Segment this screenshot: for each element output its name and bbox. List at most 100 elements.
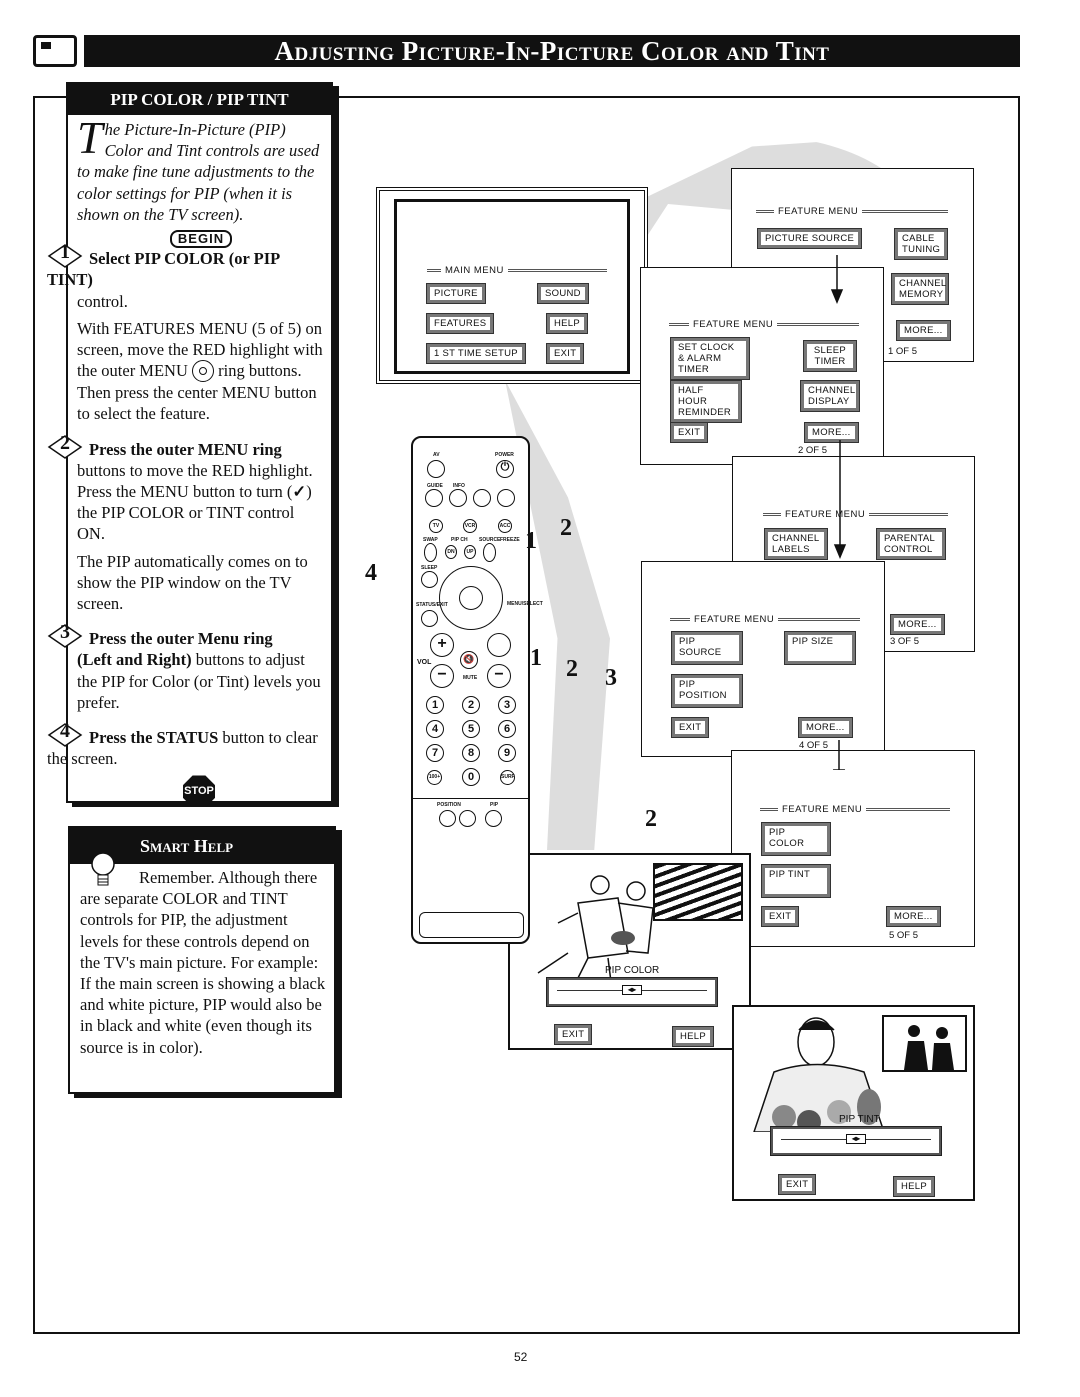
digit-4-button[interactable]: 4 xyxy=(426,720,444,738)
slider-handle: ◂▸ xyxy=(846,1134,866,1144)
av-button[interactable] xyxy=(427,460,445,478)
digit-3-button[interactable]: 3 xyxy=(498,696,516,714)
pip-ch-down-button[interactable]: DN xyxy=(445,545,457,559)
digit-6-button[interactable]: 6 xyxy=(498,720,516,738)
swap-button[interactable] xyxy=(424,543,437,562)
help-button[interactable]: HELP xyxy=(545,313,589,334)
pip-color-button[interactable]: PIP COLOR xyxy=(761,822,831,856)
more-button[interactable]: MORE... xyxy=(890,614,945,635)
acc-button[interactable]: ACC xyxy=(498,519,512,533)
step-number-icon: 3 xyxy=(47,622,83,649)
flag-image xyxy=(653,863,743,921)
panel-heading: PIP COLOR / PIP TINT xyxy=(68,84,331,115)
digit-5-button[interactable]: 5 xyxy=(462,720,480,738)
pip-tint-label: PIP TINT xyxy=(839,1114,880,1125)
smart-help-panel: Smart Help Remember. Although there are … xyxy=(68,826,336,1094)
remote-control: AV POWER ⏻ GUIDE INFO TV VCR ACC SWAP PI… xyxy=(411,436,543,944)
exit-button[interactable]: EXIT xyxy=(669,422,709,443)
source-button[interactable] xyxy=(483,543,496,562)
main-menu-title: MAIN MENU xyxy=(445,265,504,276)
channel-down-button[interactable]: − xyxy=(487,664,511,688)
sound-button[interactable]: SOUND xyxy=(537,283,589,304)
callout-step-2: 2 xyxy=(566,656,578,682)
help-button[interactable]: HELP xyxy=(892,1176,936,1197)
menu-center-button[interactable] xyxy=(459,586,483,610)
sleep-button[interactable] xyxy=(421,571,438,588)
lightbulb-icon xyxy=(88,850,118,890)
step-number-icon: 1 xyxy=(47,242,83,269)
channel-labels-button[interactable]: CHANNEL LABELS xyxy=(764,528,828,560)
surf-button[interactable]: SURF xyxy=(500,770,515,785)
step-3: 3 Press the outer Menu ring xyxy=(47,622,325,649)
exit-button[interactable]: EXIT xyxy=(553,1024,593,1045)
parental-control-button[interactable]: PARENTAL CONTROL xyxy=(876,528,946,560)
page-indicator: 3 OF 5 xyxy=(890,636,920,647)
cable-tuning-button[interactable]: CABLE TUNING xyxy=(894,228,948,260)
vcr-button[interactable]: VCR xyxy=(463,519,477,533)
color-button[interactable] xyxy=(497,489,515,507)
callout-step-1: 1 xyxy=(530,645,542,671)
pip-freeze-button[interactable] xyxy=(459,810,476,827)
pip-color-label: PIP COLOR xyxy=(605,965,660,976)
pip-source-button[interactable]: PIP SOURCE xyxy=(671,631,743,665)
digit-2-button[interactable]: 2 xyxy=(462,696,480,714)
exit-button[interactable]: EXIT xyxy=(670,717,710,738)
digit-7-button[interactable]: 7 xyxy=(426,744,444,762)
status-exit-button[interactable] xyxy=(421,610,438,627)
features-button[interactable]: FEATURES xyxy=(425,313,495,334)
picture-source-button[interactable]: PICTURE SOURCE xyxy=(756,228,863,249)
info-button[interactable] xyxy=(449,489,467,507)
callout-step-4: 4 xyxy=(365,560,377,586)
pip-tint-button[interactable]: PIP TINT xyxy=(761,864,831,898)
digit-0-button[interactable]: 0 xyxy=(462,768,480,786)
page-indicator: 1 OF 5 xyxy=(888,346,918,357)
man-with-fruit-image xyxy=(744,1012,904,1134)
help-button[interactable]: HELP xyxy=(671,1026,715,1047)
pip-tint-screen: PIP TINT ◂▸ EXIT HELP xyxy=(732,1005,975,1201)
channel-memory-button[interactable]: CHANNEL MEMORY xyxy=(891,273,949,305)
arrow-connectors xyxy=(830,255,847,770)
callout-step-3: 3 xyxy=(605,665,617,691)
pip-color-slider[interactable]: ◂▸ xyxy=(546,977,718,1007)
guide-button[interactable] xyxy=(425,489,443,507)
tv-icon xyxy=(33,35,77,67)
volume-up-button[interactable]: + xyxy=(430,633,454,657)
half-hour-reminder-button[interactable]: HALF HOUR REMINDER xyxy=(670,380,742,423)
channel-up-button[interactable] xyxy=(487,633,511,657)
exit-button[interactable]: EXIT xyxy=(777,1174,817,1195)
page-indicator: 5 OF 5 xyxy=(889,930,919,941)
exit-button[interactable]: EXIT xyxy=(545,343,585,364)
power-button[interactable]: ⏻ xyxy=(496,460,514,478)
picture-button[interactable]: PICTURE xyxy=(426,283,486,304)
digit-9-button[interactable]: 9 xyxy=(498,744,516,762)
digit-8-button[interactable]: 8 xyxy=(462,744,480,762)
tv-button[interactable]: TV xyxy=(429,519,443,533)
step-4: 4 Press the STATUS button to clear the sc… xyxy=(47,720,318,769)
exit-button[interactable]: EXIT xyxy=(760,906,800,927)
pip-tint-slider[interactable]: ◂▸ xyxy=(770,1126,942,1156)
set-clock-button[interactable]: SET CLOCK & ALARM TIMER xyxy=(670,337,750,380)
volume-down-button[interactable]: − xyxy=(430,664,454,688)
color-button[interactable] xyxy=(473,489,491,507)
more-button[interactable]: MORE... xyxy=(896,320,951,341)
main-menu-screen: MAIN MENU PICTURE SOUND FEATURES HELP 1 … xyxy=(376,187,648,384)
callout-step-2: 2 xyxy=(560,515,572,541)
slider-handle: ◂▸ xyxy=(622,985,642,995)
pip-ch-up-button[interactable]: UP xyxy=(464,545,476,559)
mute-icon[interactable]: 🔇 xyxy=(460,651,478,669)
pip-position-button[interactable] xyxy=(439,810,456,827)
page-title: Adjusting Picture-In-Picture Color and T… xyxy=(84,35,1020,67)
step-1: 1 Select PIP COLOR (or PIP TINT) xyxy=(47,241,280,290)
pip-position-button[interactable]: PIP POSITION xyxy=(671,674,743,708)
more-button[interactable]: MORE... xyxy=(886,906,941,927)
checkmark-icon: ✓ xyxy=(292,482,307,502)
pip-color-screen: PIP COLOR ◂▸ EXIT HELP xyxy=(508,853,751,1050)
digit-100-button[interactable]: 100+ xyxy=(427,770,442,785)
pip-button[interactable] xyxy=(485,810,502,827)
digit-1-button[interactable]: 1 xyxy=(426,696,444,714)
pip-window-image xyxy=(882,1015,967,1072)
callout-step-2: 2 xyxy=(645,806,657,832)
step-2: 2 Press the outer MENU ring xyxy=(47,432,325,460)
first-time-setup-button[interactable]: 1 ST TIME SETUP xyxy=(426,343,526,364)
step-number-icon: 2 xyxy=(47,432,83,459)
